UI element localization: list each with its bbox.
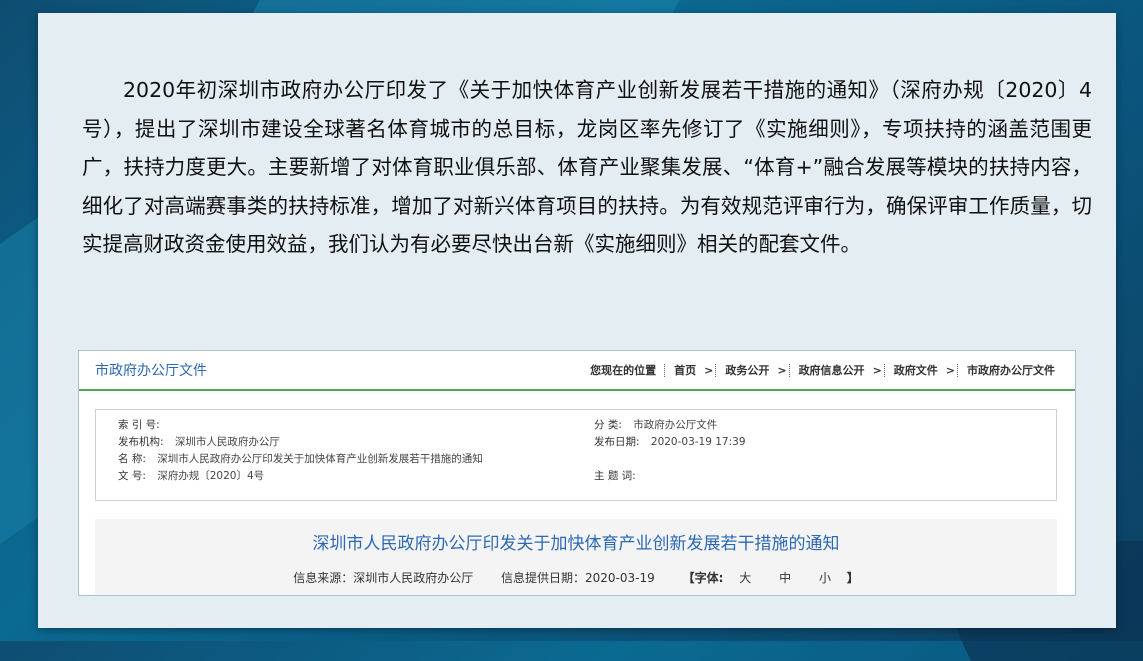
font-size-medium[interactable]: 中 [779, 571, 791, 585]
panel-header: 市政府办公厅文件 您现在的位置 首页 > 政务公开 > 政府信息公开 > 政府文… [79, 351, 1075, 391]
font-size-small[interactable]: 小 [819, 571, 831, 585]
meta-org-value: 深圳市人民政府办公厅 [174, 436, 280, 448]
breadcrumb-arrow: > [777, 363, 787, 377]
document-panel: 市政府办公厅文件 您现在的位置 首页 > 政务公开 > 政府信息公开 > 政府文… [78, 350, 1076, 596]
info-provide-date: 信息提供日期：2020-03-19 [501, 571, 655, 585]
document-title-band: 深圳市人民政府办公厅印发关于加快体育产业创新发展若干措施的通知 信息来源：深圳市… [95, 519, 1057, 595]
meta-name-value: 深圳市人民政府办公厅印发关于加快体育产业创新发展若干措施的通知 [157, 453, 483, 465]
meta-spacer [594, 451, 746, 468]
breadcrumb-info-disclosure[interactable]: 政府信息公开 [793, 362, 871, 378]
breadcrumb-home[interactable]: 首页 [668, 362, 702, 378]
breadcrumb-gov-docs[interactable]: 政府文件 [888, 362, 944, 378]
meta-docno-label: 文 号: [118, 470, 146, 482]
breadcrumb-arrow: > [945, 363, 955, 377]
breadcrumb-separator [664, 363, 666, 377]
meta-date-value: 2020-03-19 17:39 [650, 436, 746, 448]
breadcrumb-separator [788, 363, 791, 377]
meta-docno: 文 号: 深府办规〔2020〕4号 [118, 468, 483, 485]
meta-category-value: 市政府办公厅文件 [633, 419, 718, 431]
breadcrumb: 您现在的位置 首页 > 政务公开 > 政府信息公开 > 政府文件 > 市政府办公… [590, 362, 1061, 378]
meta-index: 索 引 号: [118, 417, 483, 434]
meta-docno-value: 深府办规〔2020〕4号 [157, 470, 265, 482]
meta-date: 发布日期: 2020-03-19 17:39 [594, 434, 746, 451]
meta-org-label: 发布机构: [118, 436, 164, 448]
meta-name: 名 称: 深圳市人民政府办公厅印发关于加快体育产业创新发展若干措施的通知 [118, 451, 483, 468]
document-title: 深圳市人民政府办公厅印发关于加快体育产业创新发展若干措施的通知 [312, 534, 840, 554]
panel-title: 市政府办公厅文件 [95, 363, 207, 379]
metadata-right-column: 分 类: 市政府办公厅文件 发布日期: 2020-03-19 17:39 主 题… [594, 417, 746, 485]
breadcrumb-separator [715, 363, 717, 377]
info-source: 信息来源：深圳市人民政府办公厅 [293, 571, 474, 585]
breadcrumb-office-docs[interactable]: 市政府办公厅文件 [961, 362, 1061, 378]
font-size-close: 】 [846, 571, 859, 585]
meta-category: 分 类: 市政府办公厅文件 [594, 417, 746, 434]
font-size-control: 【字体: 大 中 小 】 [683, 571, 859, 585]
meta-index-label: 索 引 号: [118, 419, 160, 431]
document-info-line: 信息来源：深圳市人民政府办公厅 信息提供日期：2020-03-19 【字体: 大… [95, 569, 1057, 586]
metadata-box: 索 引 号: 发布机构: 深圳市人民政府办公厅 名 称: 深圳市人民政府办公厅印… [95, 409, 1057, 501]
breadcrumb-gov-affairs[interactable]: 政务公开 [719, 362, 775, 378]
meta-keywords-label: 主 题 词: [594, 470, 636, 482]
meta-org: 发布机构: 深圳市人民政府办公厅 [118, 434, 483, 451]
breadcrumb-prefix: 您现在的位置 [590, 364, 657, 377]
meta-category-label: 分 类: [594, 419, 622, 431]
font-size-large[interactable]: 大 [739, 571, 751, 585]
meta-keywords: 主 题 词: [594, 468, 746, 485]
breadcrumb-arrow: > [704, 363, 714, 377]
metadata-left-column: 索 引 号: 发布机构: 深圳市人民政府办公厅 名 称: 深圳市人民政府办公厅印… [118, 417, 483, 485]
meta-date-label: 发布日期: [594, 436, 640, 448]
slide-card: 2020年初深圳市政府办公厅印发了《关于加快体育产业创新发展若干措施的通知》（深… [38, 13, 1116, 628]
breadcrumb-separator [883, 363, 886, 377]
font-size-open: 【字体: [682, 571, 724, 585]
body-paragraph: 2020年初深圳市政府办公厅印发了《关于加快体育产业创新发展若干措施的通知》（深… [82, 78, 1092, 256]
breadcrumb-separator [957, 363, 959, 377]
breadcrumb-arrow: > [872, 363, 882, 377]
meta-name-label: 名 称: [118, 453, 146, 465]
